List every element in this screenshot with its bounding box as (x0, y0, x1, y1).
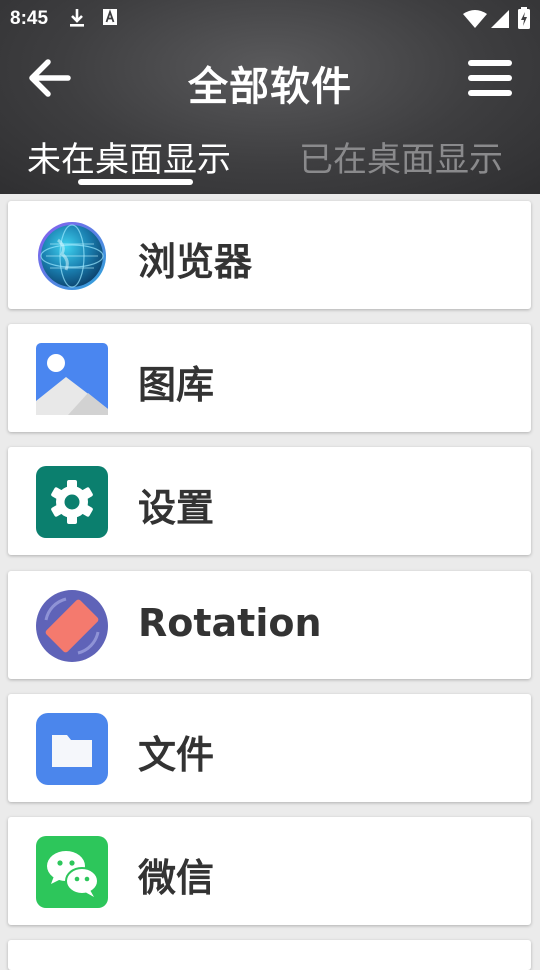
app-item-browser[interactable]: 浏览器 (8, 201, 531, 309)
app-item-settings[interactable]: 设置 (8, 447, 531, 555)
status-bar: 8:45 (0, 0, 540, 38)
rotation-icon (36, 590, 108, 662)
status-time: 8:45 (10, 8, 49, 29)
gallery-image-icon (36, 343, 108, 415)
menu-button[interactable]: hamburger-menu-icon (464, 56, 516, 100)
tab-indicator (78, 179, 193, 185)
a-notification-icon (103, 9, 117, 25)
app-item-partial[interactable] (8, 940, 531, 970)
folder-files-icon (36, 713, 108, 785)
globe-browser-icon (38, 222, 106, 290)
page-title: 全部软件 (188, 64, 352, 110)
signal-icon (491, 10, 509, 28)
tab-on-desktop[interactable]: 已在桌面显示 (299, 132, 503, 181)
download-icon (70, 9, 84, 27)
tab-not-on-desktop[interactable]: 未在桌面显示 (27, 132, 231, 181)
app-item-gallery[interactable]: 图库 (8, 324, 531, 432)
title-bar: arrow-left-icon 全部软件 hamburger-menu-icon (0, 44, 540, 110)
app-name: 设置 (138, 486, 215, 530)
app-name: 图库 (138, 363, 215, 407)
app-item-rotation[interactable]: Rotation (8, 571, 531, 679)
app-name: 微信 (138, 856, 215, 900)
battery-charging-icon (518, 7, 530, 29)
gear-settings-icon (36, 466, 108, 538)
wechat-icon (36, 836, 108, 908)
app-item-wechat[interactable]: 微信 (8, 817, 531, 925)
app-name: 浏览器 (138, 240, 253, 284)
app-name: 文件 (138, 733, 215, 777)
app-name: Rotation (138, 601, 322, 645)
app-item-files[interactable]: 文件 (8, 694, 531, 802)
header: 8:45 arrow-left-icon 全部软件 (0, 0, 540, 194)
wifi-icon (463, 10, 487, 28)
